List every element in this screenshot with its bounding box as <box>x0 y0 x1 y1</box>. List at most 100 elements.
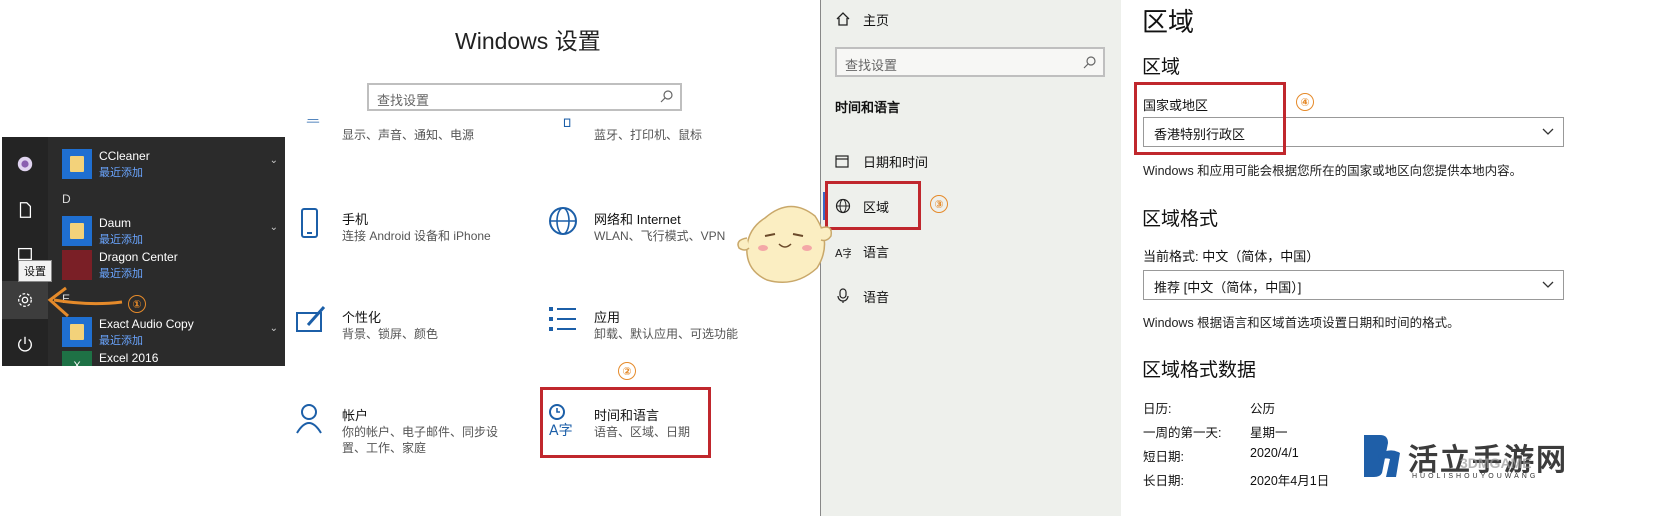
apps-list-icon <box>549 307 576 331</box>
folder-icon <box>62 149 92 179</box>
format-dropdown[interactable]: 推荐 [中文（简体，中国）] <box>1143 270 1564 300</box>
category-name: 帐户 <box>342 408 369 423</box>
mascot-image <box>737 205 833 283</box>
highlight-box-region-nav <box>825 181 921 230</box>
globe-icon <box>549 207 577 235</box>
power-button[interactable] <box>2 325 48 363</box>
search-icon <box>660 90 673 103</box>
step-marker-2: ② <box>618 362 636 380</box>
nav-section-title: 时间和语言 <box>835 100 901 115</box>
app-ccleaner[interactable]: CCleaner 最近添加 ⌄ <box>62 147 282 181</box>
nav-item-label: 语言 <box>863 244 890 260</box>
section-format-heading: 区域格式 <box>1142 209 1219 230</box>
category-apps[interactable]: 应用 卸载、默认应用、可选功能 <box>548 305 768 345</box>
app-recently-added: 最近添加 <box>99 268 143 280</box>
chevron-down-icon <box>1542 281 1554 288</box>
category-desc: WLAN、飞行模式、VPN <box>594 229 726 243</box>
arrow-annotation <box>47 286 123 318</box>
category-accounts[interactable]: 帐户 你的帐户、电子邮件、同步设 置、工作、家庭 <box>296 403 516 459</box>
app-dragon-center[interactable]: Dragon Center 最近添加 <box>62 248 282 282</box>
home-icon <box>836 12 850 26</box>
nav-home[interactable]: 主页 <box>835 5 889 33</box>
category-desc: 背景、锁屏、颜色 <box>342 327 439 341</box>
format-data-value: 公历 <box>1250 402 1276 416</box>
user-avatar-button[interactable] <box>2 145 48 183</box>
laptop-icon <box>306 119 320 123</box>
format-data-key: 长日期: <box>1143 474 1184 488</box>
step-marker-4: ④ <box>1296 93 1314 111</box>
nav-item-label: 日期和时间 <box>863 154 929 170</box>
documents-button[interactable] <box>2 191 48 229</box>
settings-nav-pane: 主页 查找设置 时间和语言 日期和时间 区域 A字 语言 语音 <box>821 0 1121 516</box>
step-marker-1: ① <box>128 295 146 313</box>
format-data-key: 日历: <box>1143 402 1172 416</box>
settings-tooltip: 设置 <box>18 260 52 282</box>
nav-item-speech[interactable]: 语音 <box>835 282 889 310</box>
category-system[interactable]: 显示、声音、通知、电源 <box>296 118 516 148</box>
current-format-label: 当前格式: 中文（简体，中国） <box>1143 249 1320 264</box>
format-data-value: 2020年4月1日 <box>1250 474 1330 488</box>
highlight-box-country <box>1134 82 1286 155</box>
person-icon <box>296 404 322 434</box>
app-name: Dragon Center <box>99 250 178 264</box>
chevron-down-icon[interactable]: ⌄ <box>270 155 278 166</box>
category-personalization[interactable]: 个性化 背景、锁屏、颜色 <box>296 305 516 345</box>
step-marker-3: ③ <box>930 195 948 213</box>
format-data-value: 2020/4/1 <box>1250 446 1299 460</box>
chevron-down-icon <box>1542 128 1554 135</box>
country-help-text: Windows 和应用可能会根据您所在的国家或地区向您提供本地内容。 <box>1143 164 1523 178</box>
watermark: 活立手游网 3DMGAME HUOLISHOUYOUWANG <box>1360 433 1570 483</box>
category-desc-line1: 你的帐户、电子邮件、同步设 <box>342 425 499 439</box>
nav-item-label: 语音 <box>863 289 890 305</box>
chevron-down-icon[interactable]: ⌄ <box>270 323 278 334</box>
category-desc: 显示、声音、通知、电源 <box>342 128 475 142</box>
section-region-heading: 区域 <box>1142 57 1181 78</box>
format-value: 推荐 [中文（简体，中国）] <box>1154 280 1302 295</box>
watermark-logo-icon <box>1364 435 1400 477</box>
nav-item-language[interactable]: A字 语言 <box>835 237 889 265</box>
search-placeholder: 查找设置 <box>377 93 430 108</box>
power-icon <box>18 336 32 352</box>
group-letter-d[interactable]: D <box>62 192 71 206</box>
excel-icon: X <box>62 351 92 366</box>
category-desc: 蓝牙、打印机、鼠标 <box>594 128 703 142</box>
app-name: Excel 2016 <box>99 351 159 365</box>
format-data-key: 一周的第一天: <box>1143 426 1222 440</box>
category-name: 个性化 <box>342 310 382 325</box>
page-title: Windows 设置 <box>455 28 601 54</box>
start-rail <box>2 137 48 366</box>
format-help-text: Windows 根据语言和区域首选项设置日期和时间的格式。 <box>1143 316 1460 330</box>
app-daum[interactable]: Daum 最近添加 ⌄ <box>62 214 282 248</box>
section-format-data-heading: 区域格式数据 <box>1142 360 1257 381</box>
dragon-icon <box>62 250 92 280</box>
app-name: Daum <box>99 216 132 230</box>
language-icon: A字 <box>835 246 851 259</box>
search-input[interactable]: 查找设置 <box>367 83 682 111</box>
svg-text:A字: A字 <box>835 246 851 259</box>
category-phone[interactable]: 手机 连接 Android 设备和 iPhone <box>296 207 516 247</box>
calendar-clock-icon <box>835 155 849 168</box>
app-recently-added: 最近添加 <box>99 167 143 179</box>
paintbrush-icon <box>296 306 326 332</box>
nav-home-label: 主页 <box>863 12 890 28</box>
avatar-icon <box>17 156 33 172</box>
keyboard-icon <box>563 118 571 127</box>
format-data-value: 星期一 <box>1250 426 1288 440</box>
app-recently-added: 最近添加 <box>99 234 143 246</box>
category-desc-line2: 置、工作、家庭 <box>342 441 427 455</box>
microphone-icon <box>837 288 849 303</box>
category-devices[interactable]: 蓝牙、打印机、鼠标 <box>548 118 768 148</box>
app-excel-2016[interactable]: X Excel 2016 <box>62 349 282 366</box>
category-desc: 卸载、默认应用、可选功能 <box>594 327 739 341</box>
watermark-subtext: HUOLISHOUYOUWANG <box>1412 473 1539 480</box>
gear-icon <box>18 293 32 307</box>
chevron-down-icon[interactable]: ⌄ <box>270 222 278 233</box>
category-name: 手机 <box>342 212 369 227</box>
nav-search-input[interactable]: 查找设置 <box>835 47 1105 77</box>
app-recently-added: 最近添加 <box>99 335 143 347</box>
nav-item-date-time[interactable]: 日期和时间 <box>835 147 928 175</box>
highlight-box-time-language <box>540 387 711 458</box>
app-name: CCleaner <box>99 149 150 163</box>
search-placeholder: 查找设置 <box>845 58 898 73</box>
category-desc: 连接 Android 设备和 iPhone <box>342 229 491 243</box>
